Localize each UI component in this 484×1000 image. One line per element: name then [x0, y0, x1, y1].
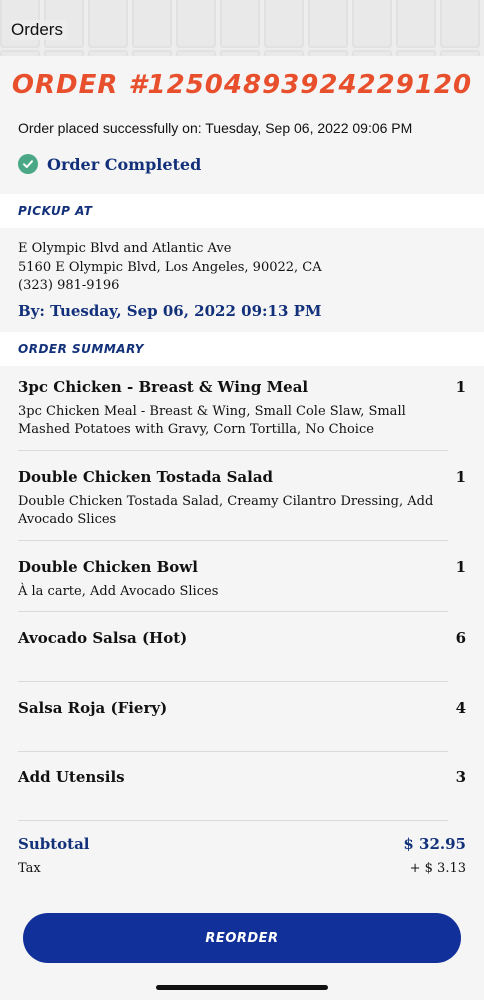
pickup-phone[interactable]: (323) 981-9196 — [18, 278, 119, 293]
tax-value: + $ 3.13 — [409, 861, 466, 876]
item-description: Double Chicken Tostada Salad, Creamy Cil… — [18, 494, 434, 527]
pickup-location-name: E Olympic Blvd and Atlantic Ave — [18, 241, 232, 256]
divider — [18, 681, 448, 682]
item-name: 3pc Chicken - Breast & Wing Meal — [18, 378, 309, 396]
order-placed-text: Order placed successfully on: Tuesday, S… — [18, 120, 413, 136]
item-quantity: 1 — [455, 468, 466, 486]
item-quantity: 3 — [455, 768, 466, 786]
item-name: Double Chicken Tostada Salad — [18, 468, 274, 486]
order-number: ORDER #12504893924229120 — [11, 70, 473, 100]
reorder-button[interactable]: REORDER — [23, 913, 461, 963]
item-quantity: 1 — [455, 378, 466, 396]
divider — [18, 751, 448, 752]
item-name: Add Utensils — [18, 768, 125, 786]
tax-label: Tax — [18, 861, 41, 876]
home-indicator[interactable] — [156, 985, 328, 990]
check-circle-icon — [18, 154, 38, 174]
item-description: À la carte, Add Avocado Slices — [18, 584, 219, 599]
subtotal-label: Subtotal — [18, 835, 90, 853]
item-description: 3pc Chicken Meal - Breast & Wing, Small … — [18, 404, 406, 437]
summary-section-header: ORDER SUMMARY — [0, 332, 484, 366]
header-pattern — [0, 0, 484, 48]
pickup-time: By: Tuesday, Sep 06, 2022 09:13 PM — [18, 302, 322, 320]
pickup-address: 5160 E Olympic Blvd, Los Angeles, 90022,… — [18, 260, 322, 275]
divider — [18, 540, 448, 541]
subtotal-value: $ 32.95 — [403, 835, 466, 853]
divider — [18, 820, 448, 821]
page-title: Orders — [11, 20, 67, 40]
item-quantity: 4 — [455, 699, 466, 717]
summary-section-label: ORDER SUMMARY — [18, 342, 144, 356]
item-quantity: 1 — [455, 558, 466, 576]
divider — [18, 611, 448, 612]
item-quantity: 6 — [455, 629, 466, 647]
divider — [18, 450, 448, 451]
item-name: Double Chicken Bowl — [18, 558, 198, 576]
pickup-section-header: PICKUP AT — [0, 194, 484, 228]
item-name: Avocado Salsa (Hot) — [18, 629, 188, 647]
pickup-section-label: PICKUP AT — [18, 204, 93, 218]
item-name: Salsa Roja (Fiery) — [18, 699, 168, 717]
order-status: Order Completed — [18, 154, 201, 174]
header-banner: Orders — [0, 0, 484, 56]
status-text: Order Completed — [47, 154, 202, 174]
